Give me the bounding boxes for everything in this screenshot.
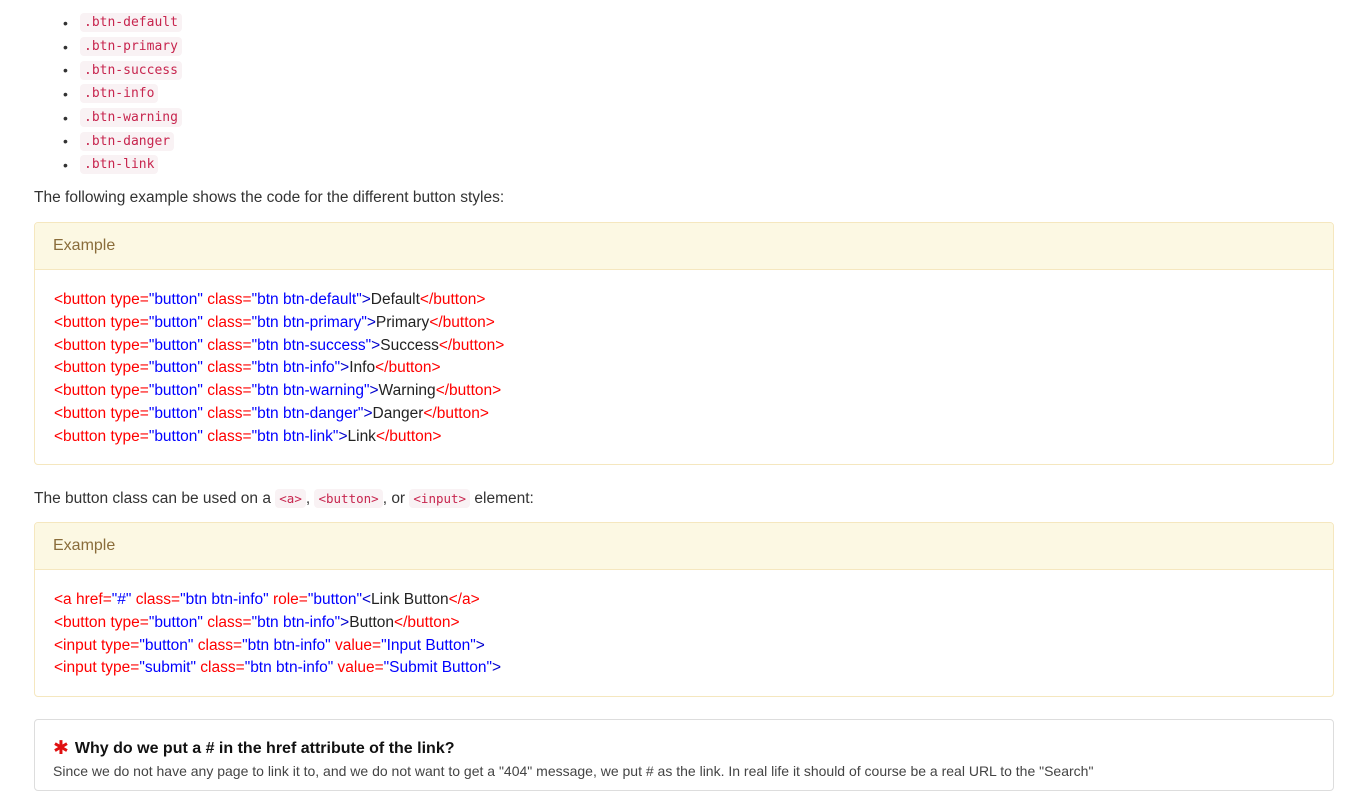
code-line: <button type="button" class="btn btn-def… (54, 291, 486, 308)
class-code: .btn-default (80, 13, 182, 33)
class-code: .btn-danger (80, 131, 175, 151)
class-code: .btn-success (80, 60, 182, 80)
code-line: <input type="submit" class="btn btn-info… (54, 659, 502, 677)
button-tag-code: <button> (314, 489, 383, 508)
bullet: • (63, 85, 68, 102)
input-tag-code: <input> (409, 489, 471, 508)
list-item: • .btn-link (63, 153, 182, 177)
bullet: • (63, 38, 68, 55)
class-code: .btn-link (80, 155, 159, 175)
note-box: ✱ Why do we put a # in the href attribut… (34, 719, 1334, 791)
list-item: • .btn-danger (63, 129, 182, 153)
code-line: <input type="button" class="btn btn-info… (54, 636, 485, 654)
code-line: <button type="button" class="btn btn-suc… (54, 336, 505, 354)
list-item: • .btn-default (63, 11, 182, 35)
intro-paragraph: The following example shows the code for… (34, 189, 505, 206)
example-heading: Example (35, 223, 1333, 270)
example-code: <a href="#" class="btn btn-info" role="b… (35, 570, 1333, 680)
code-line: <button type="button" class="btn btn-war… (54, 382, 502, 400)
page: • .btn-default • .btn-primary • .btn-succes… (0, 0, 1366, 791)
example-heading: Example (35, 523, 1333, 570)
button-class-list: • .btn-default • .btn-primary • .btn-succes… (63, 11, 182, 177)
code-line: <button type="button" class="btn btn-inf… (54, 359, 441, 377)
a-tag-code: <a> (275, 489, 306, 508)
note-text: Since we do not have any page to link it… (53, 763, 1094, 779)
code-line: <button type="button" class="btn btn-inf… (54, 613, 460, 631)
code-line: <button type="button" class="btn btn-dan… (54, 404, 489, 422)
code-line: <button type="button" class="btn btn-pri… (54, 313, 495, 331)
example-box-elements: Example <a href="#" class="btn btn-info"… (34, 522, 1334, 697)
code-line: <button type="button" class="btn btn-lin… (54, 427, 442, 445)
asterisk-icon: ✱ (53, 738, 69, 759)
code-line: <a href="#" class="btn btn-info" role="b… (54, 591, 480, 608)
bullet: • (63, 14, 68, 31)
class-code: .btn-warning (80, 108, 182, 128)
bullet: • (63, 109, 68, 126)
list-item: • .btn-primary (63, 35, 182, 59)
class-code: .btn-primary (80, 37, 182, 57)
example-code: <button type="button" class="btn btn-def… (35, 270, 1333, 449)
note-title: ✱ Why do we put a # in the href attribut… (53, 738, 455, 759)
class-code: .btn-info (80, 84, 159, 104)
bullet: • (63, 133, 68, 150)
bullet: • (63, 62, 68, 79)
element-usage-paragraph: The button class can be used on a <a>, <… (34, 489, 534, 508)
list-item: • .btn-info (63, 82, 182, 106)
list-item: • .btn-warning (63, 106, 182, 130)
example-box-button-styles: Example <button type="button" class="btn… (34, 222, 1334, 465)
list-item: • .btn-success (63, 58, 182, 82)
bullet: • (63, 156, 68, 173)
